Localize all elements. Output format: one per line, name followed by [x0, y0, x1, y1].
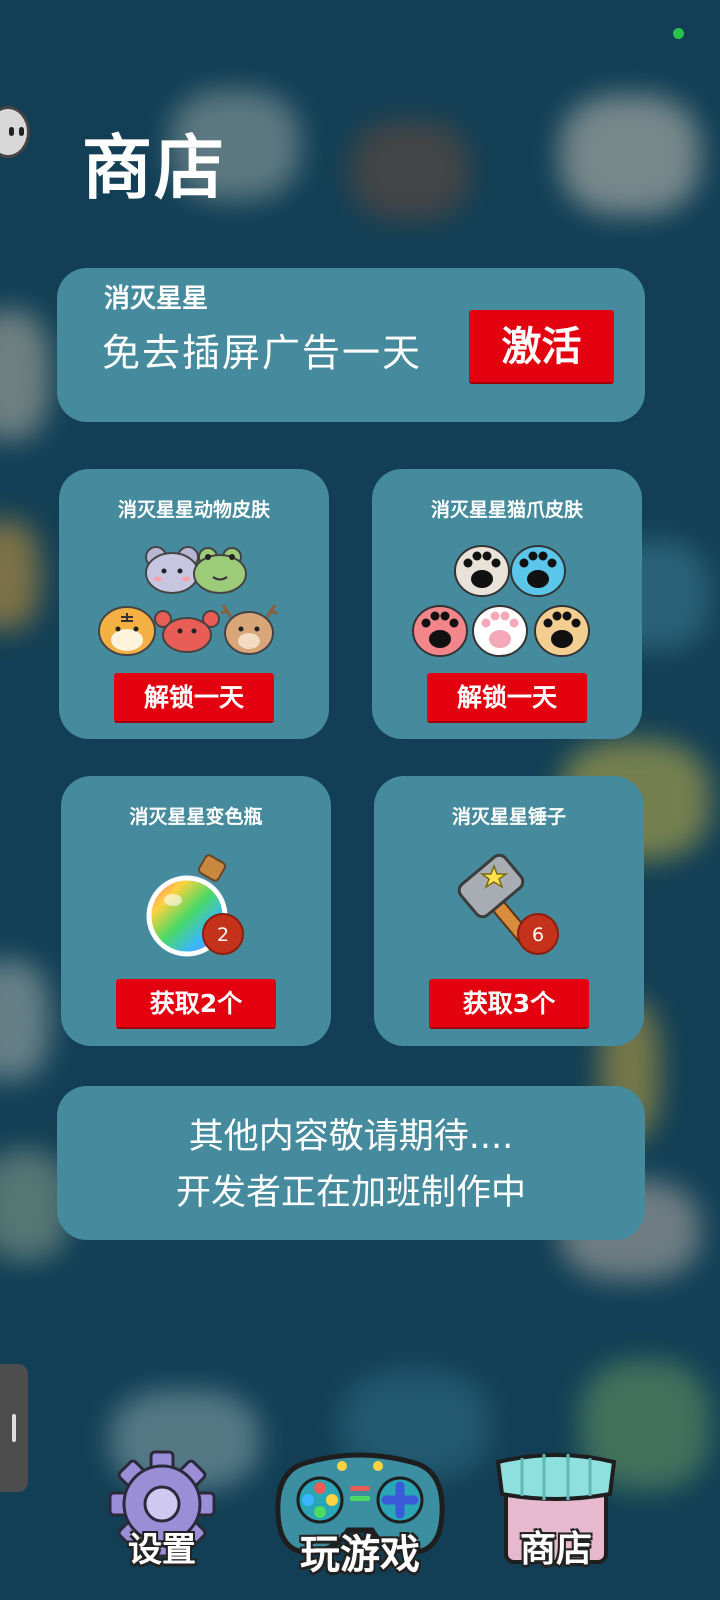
- hammer-tile: 消灭星星锤子 6 获取3个: [374, 776, 644, 1046]
- ad-card-description: 免去插屏广告一天: [102, 331, 423, 375]
- status-dot: [673, 28, 684, 39]
- get-hammer-button[interactable]: 获取3个: [429, 979, 589, 1029]
- unlock-animal-skin-button[interactable]: 解锁一天: [114, 673, 274, 723]
- coming-soon-line1: 其他内容敬请期待....: [188, 1117, 514, 1157]
- nav-settings-label: 设置: [128, 1530, 196, 1570]
- paw-skin-tile: 消灭星星猫爪皮肤 解锁一天: [372, 469, 642, 739]
- nav-play-button[interactable]: 玩游戏: [270, 1444, 450, 1580]
- nav-shop-button[interactable]: 商店: [486, 1448, 626, 1576]
- unlock-paw-skin-button[interactable]: 解锁一天: [427, 673, 587, 723]
- color-bottle-tile: 消灭星星变色瓶 2 获取2个: [61, 776, 331, 1046]
- bottle-count-badge: 2: [202, 913, 244, 955]
- side-drawer-handle[interactable]: [0, 1364, 28, 1492]
- activate-button[interactable]: 激活: [469, 310, 614, 384]
- page-title: 商店: [82, 127, 226, 209]
- ad-removal-card: 消灭星星 免去插屏广告一天 激活: [57, 268, 645, 422]
- coming-soon-card: 其他内容敬请期待.... 开发者正在加班制作中: [57, 1086, 645, 1240]
- nav-play-label: 玩游戏: [300, 1532, 420, 1578]
- tile-title: 消灭星星变色瓶: [129, 806, 263, 828]
- tile-title: 消灭星星动物皮肤: [117, 499, 270, 521]
- tile-title: 消灭星星锤子: [451, 806, 566, 828]
- get-bottle-button[interactable]: 获取2个: [116, 979, 276, 1029]
- ad-card-game-name: 消灭星星: [104, 284, 209, 314]
- hammer-count-badge: 6: [517, 913, 559, 955]
- coming-soon-line2: 开发者正在加班制作中: [175, 1173, 526, 1213]
- animal-faces-icon: [98, 546, 278, 656]
- nav-shop-label: 商店: [519, 1529, 592, 1570]
- tile-title: 消灭星星猫爪皮肤: [430, 499, 583, 521]
- nav-settings-button[interactable]: 设置: [100, 1448, 224, 1576]
- paw-skins-icon: [412, 545, 590, 657]
- animal-skin-tile: 消灭星星动物皮肤 解锁一天: [59, 469, 329, 739]
